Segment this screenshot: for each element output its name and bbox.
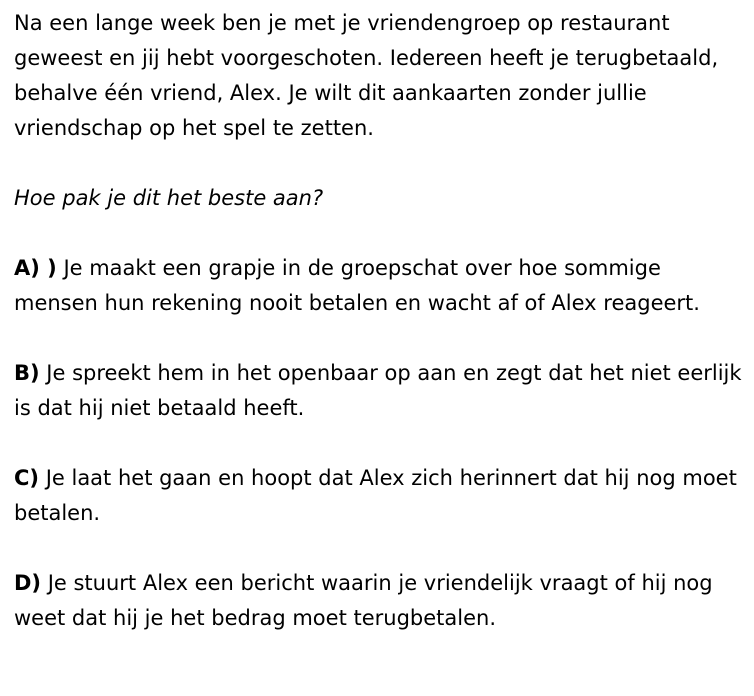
option-b-text: Je spreekt hem in het openbaar op aan en… bbox=[14, 361, 742, 420]
option-a-letter: A) ) bbox=[14, 256, 57, 280]
option-b: B) Je spreekt hem in het openbaar op aan… bbox=[14, 356, 744, 426]
document-page: Na een lange week ben je met je vrienden… bbox=[14, 6, 744, 636]
option-d: D) Je stuurt Alex een bericht waarin je … bbox=[14, 566, 744, 636]
option-c: C) Je laat het gaan en hoopt dat Alex zi… bbox=[14, 461, 744, 531]
option-c-text: Je laat het gaan en hoopt dat Alex zich … bbox=[14, 466, 737, 525]
scenario-text: Na een lange week ben je met je vrienden… bbox=[14, 11, 719, 140]
question-text: Hoe pak je dit het beste aan? bbox=[14, 186, 324, 210]
option-d-text: Je stuurt Alex een bericht waarin je vri… bbox=[14, 571, 713, 630]
option-a: A) ) Je maakt een grapje in de groepscha… bbox=[14, 251, 744, 321]
option-d-letter: D) bbox=[14, 571, 42, 595]
options-list: A) ) Je maakt een grapje in de groepscha… bbox=[14, 251, 744, 636]
option-a-text: Je maakt een grapje in de groepschat ove… bbox=[14, 256, 700, 315]
option-b-letter: B) bbox=[14, 361, 40, 385]
option-c-letter: C) bbox=[14, 466, 40, 490]
